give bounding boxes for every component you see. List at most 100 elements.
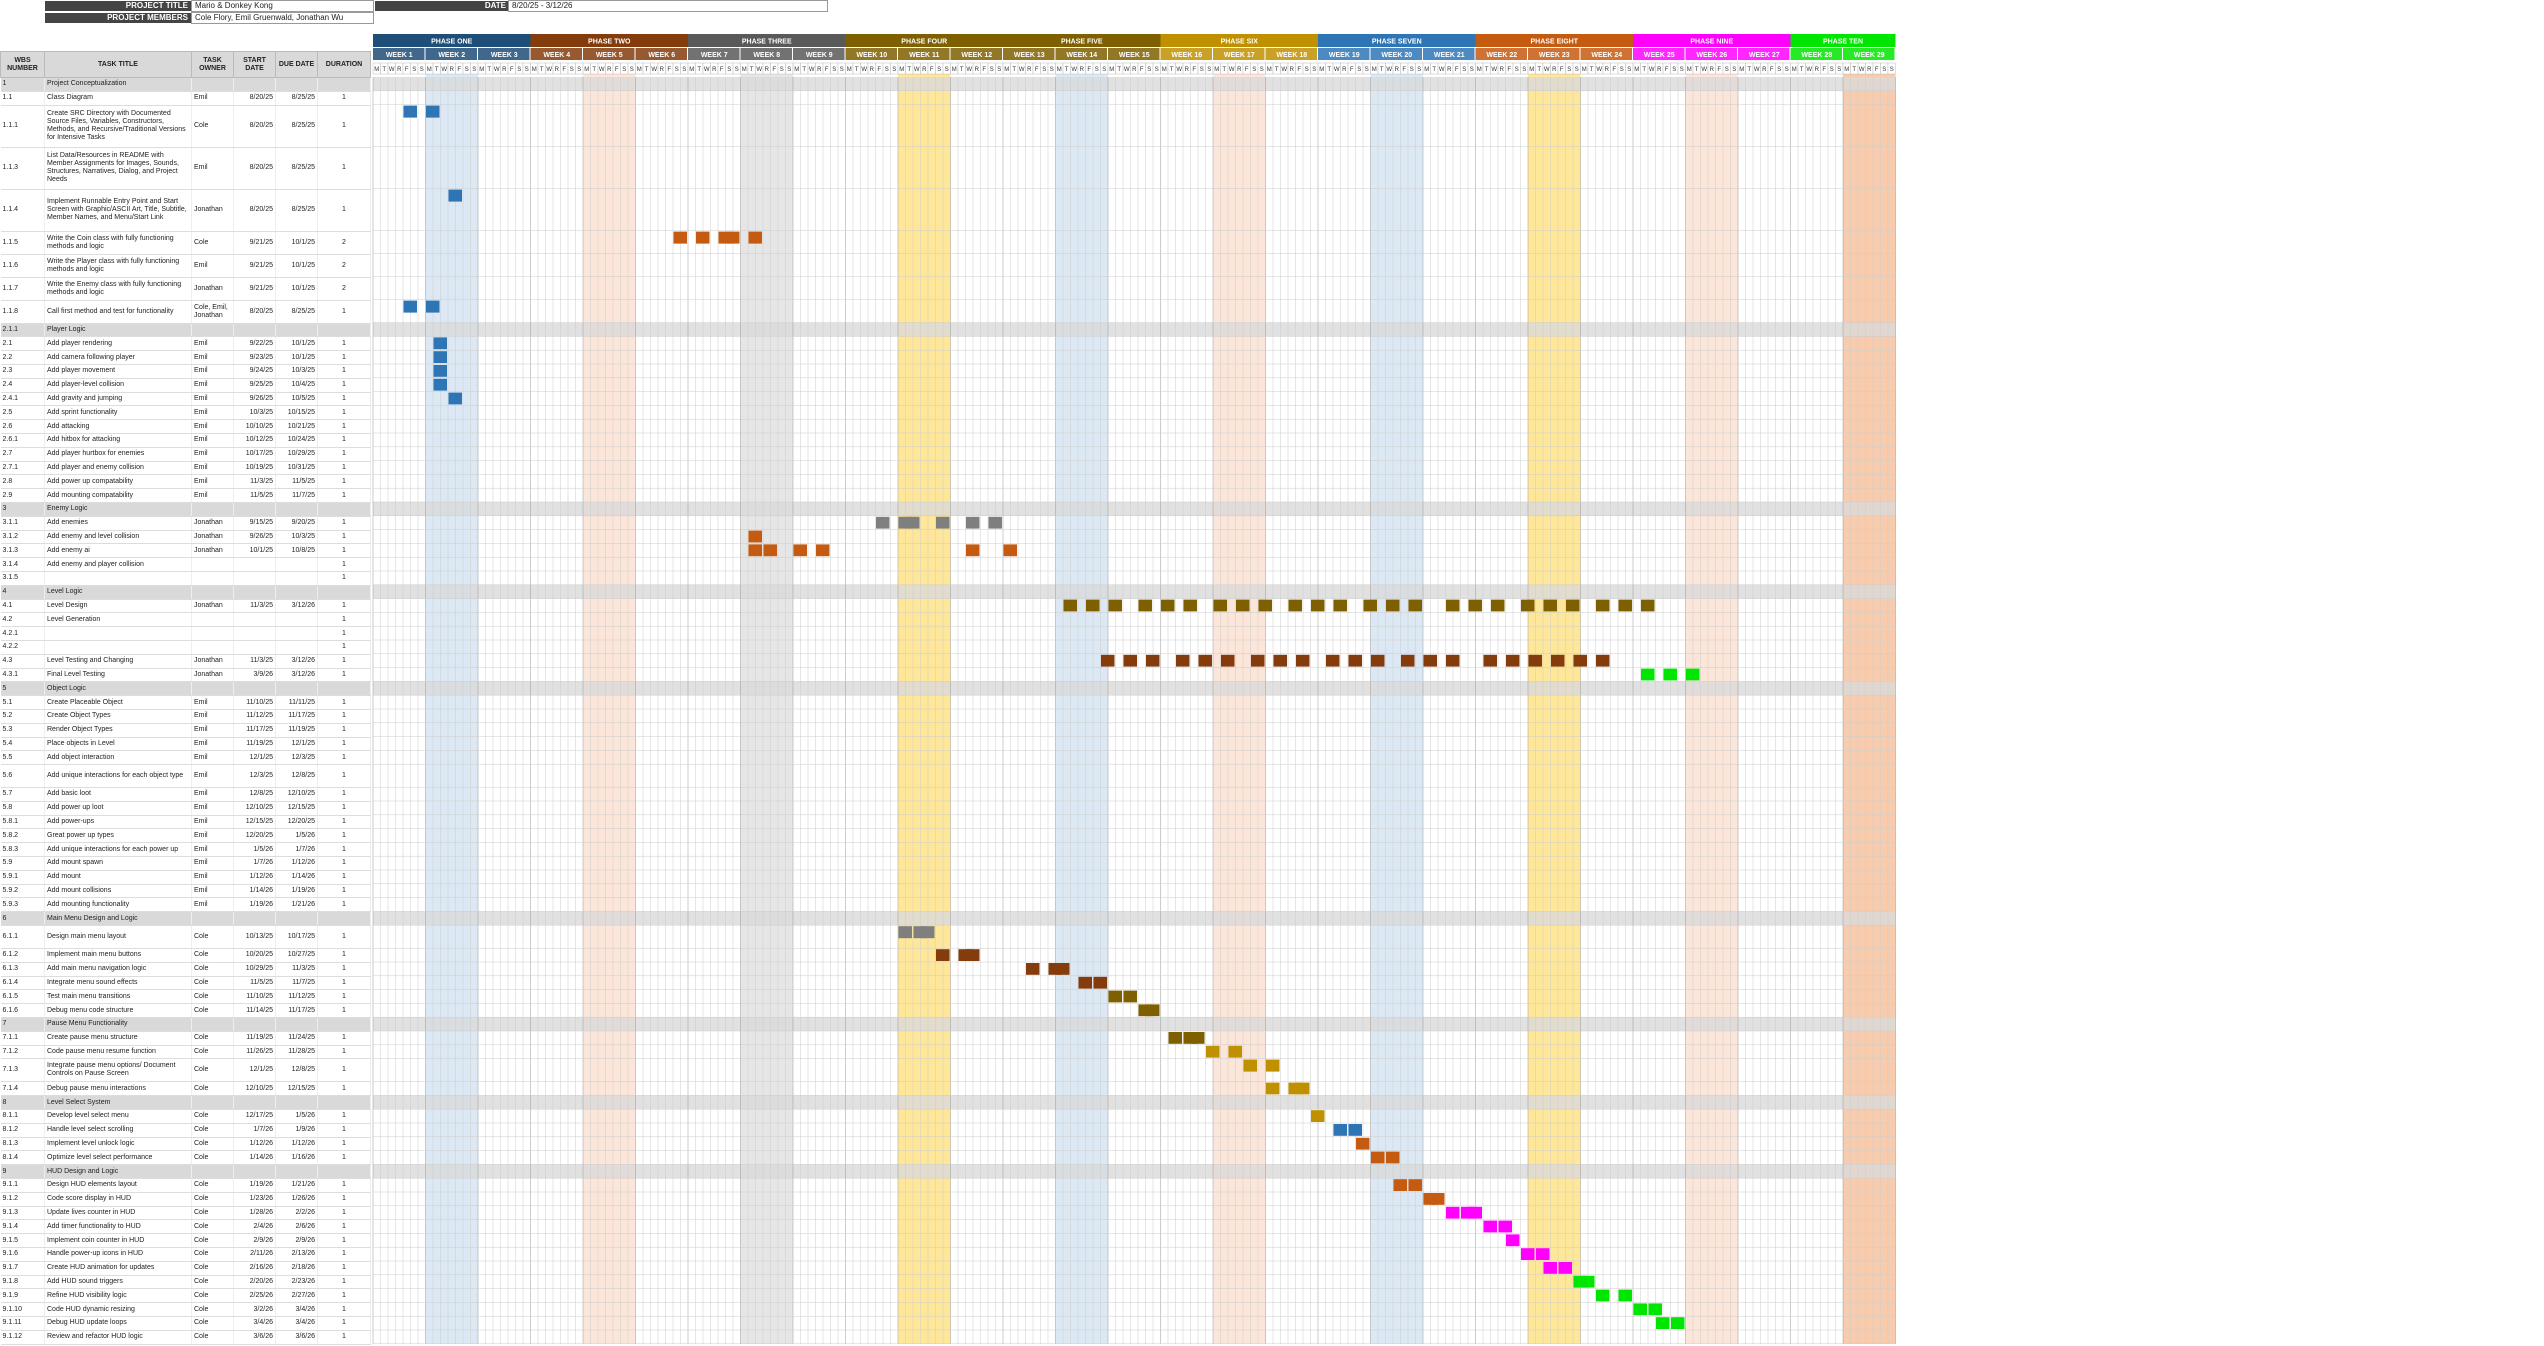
task-title-cell[interactable]: Add mounting compatability — [44, 488, 192, 503]
wbs-cell[interactable]: 5.8 — [0, 801, 45, 816]
due-date-cell[interactable]: 10/1/25 — [275, 254, 318, 278]
due-date-cell[interactable]: 8/25/25 — [275, 91, 318, 106]
start-date-cell[interactable]: 1/28/26 — [233, 1206, 276, 1221]
task-owner-cell[interactable] — [191, 612, 234, 628]
task-title-cell[interactable]: Level Generation — [44, 612, 192, 628]
task-title-cell[interactable]: List Data/Resources in README with Membe… — [44, 147, 192, 190]
task-owner-cell[interactable]: Cole — [191, 1316, 234, 1331]
due-date-cell[interactable]: 2/18/26 — [275, 1261, 318, 1276]
task-owner-cell[interactable] — [191, 1164, 234, 1180]
due-date-cell[interactable]: 8/25/25 — [275, 189, 318, 232]
task-row[interactable]: 9.1.12 Review and refactor HUD logic Cole 3… — [0, 1330, 371, 1345]
wbs-cell[interactable]: 1.1.8 — [0, 300, 45, 324]
wbs-cell[interactable]: 2.2 — [0, 350, 45, 365]
duration-cell[interactable]: 1 — [317, 828, 371, 844]
duration-cell[interactable]: 1 — [317, 1219, 371, 1235]
task-owner-cell[interactable]: Cole — [191, 1219, 234, 1235]
task-row[interactable]: 8.1.2 Handle level select scrolling Cole 1/… — [0, 1123, 371, 1138]
wbs-cell[interactable]: 2.5 — [0, 405, 45, 421]
task-owner-cell[interactable]: Emil — [191, 764, 234, 789]
task-owner-cell[interactable]: Emil — [191, 419, 234, 434]
task-title-cell[interactable]: Level Design — [44, 599, 192, 614]
task-title-cell[interactable]: Develop level select menu — [44, 1109, 192, 1124]
due-date-cell[interactable] — [275, 911, 318, 927]
wbs-cell[interactable]: 7 — [0, 1017, 45, 1032]
start-date-cell[interactable]: 2/20/26 — [233, 1275, 276, 1290]
task-owner-cell[interactable]: Emil — [191, 433, 234, 448]
task-title-cell[interactable]: Optimize level select performance — [44, 1150, 192, 1166]
task-owner-cell[interactable]: Cole — [191, 1233, 234, 1248]
task-row[interactable]: 1.1.8 Call first method and test for func… — [0, 300, 371, 324]
task-owner-cell[interactable]: Emil — [191, 488, 234, 503]
duration-cell[interactable]: 1 — [317, 870, 371, 885]
due-date-cell[interactable]: 2/23/26 — [275, 1275, 318, 1290]
duration-cell[interactable]: 1 — [317, 1003, 371, 1019]
wbs-cell[interactable]: 9.1.10 — [0, 1302, 45, 1317]
duration-cell[interactable]: 1 — [317, 350, 371, 365]
task-title-cell[interactable]: Create pause menu structure — [44, 1031, 192, 1046]
task-owner-cell[interactable]: Cole — [191, 1031, 234, 1046]
section-row[interactable]: 3 Enemy Logic — [0, 502, 371, 517]
start-date-cell[interactable]: 9/21/25 — [233, 277, 276, 301]
start-date-cell[interactable]: 11/3/25 — [233, 599, 276, 614]
task-title-cell[interactable]: Add player-level collision — [44, 378, 192, 393]
due-date-cell[interactable]: 1/5/26 — [275, 1109, 318, 1124]
start-date-cell[interactable]: 10/17/25 — [233, 447, 276, 462]
duration-cell[interactable]: 1 — [317, 1081, 371, 1097]
start-date-cell[interactable]: 10/19/25 — [233, 461, 276, 476]
wbs-cell[interactable]: 7.1.4 — [0, 1081, 45, 1097]
due-date-cell[interactable] — [275, 681, 318, 697]
due-date-cell[interactable]: 10/1/25 — [275, 350, 318, 365]
task-row[interactable]: 2.7 Add player hurtbox for enemies Emil 10/… — [0, 447, 371, 462]
due-date-cell[interactable] — [275, 585, 318, 600]
wbs-cell[interactable]: 6 — [0, 911, 45, 927]
duration-cell[interactable]: 1 — [317, 750, 371, 766]
due-date-cell[interactable]: 1/14/26 — [275, 870, 318, 885]
section-row[interactable]: 1 Project Conceptualization — [0, 77, 371, 92]
duration-cell[interactable] — [317, 681, 371, 697]
due-date-cell[interactable]: 10/17/25 — [275, 925, 318, 950]
start-date-cell[interactable] — [233, 502, 276, 517]
task-title-cell[interactable]: Call first method and test for functiona… — [44, 300, 192, 324]
due-date-cell[interactable]: 12/8/25 — [275, 1058, 318, 1083]
start-date-cell[interactable]: 8/20/25 — [233, 189, 276, 232]
wbs-cell[interactable]: 5.4 — [0, 737, 45, 752]
start-date-cell[interactable]: 1/19/26 — [233, 1178, 276, 1193]
task-row[interactable]: 2.8 Add power up compatability Emil 11/3/25… — [0, 474, 371, 490]
task-title-cell[interactable]: Level Select System — [44, 1095, 192, 1111]
start-date-cell[interactable]: 9/25/25 — [233, 378, 276, 393]
task-owner-cell[interactable]: Cole — [191, 948, 234, 963]
due-date-cell[interactable]: 11/3/25 — [275, 962, 318, 977]
wbs-cell[interactable]: 9.1.4 — [0, 1219, 45, 1235]
start-date-cell[interactable]: 3/4/26 — [233, 1316, 276, 1331]
due-date-cell[interactable]: 1/26/26 — [275, 1192, 318, 1207]
task-owner-cell[interactable]: Cole — [191, 976, 234, 991]
task-owner-cell[interactable] — [191, 585, 234, 600]
wbs-cell[interactable]: 3 — [0, 502, 45, 517]
wbs-cell[interactable]: 5.5 — [0, 750, 45, 766]
section-row[interactable]: 9 HUD Design and Logic — [0, 1164, 371, 1180]
duration-cell[interactable]: 1 — [317, 1288, 371, 1304]
task-row[interactable]: 9.1.4 Add timer functionality to HUD Cole 2… — [0, 1219, 371, 1235]
task-title-cell[interactable]: Add unique interactions for each power u… — [44, 842, 192, 858]
task-title-cell[interactable]: Player Logic — [44, 323, 192, 338]
wbs-cell[interactable]: 8.1.2 — [0, 1123, 45, 1138]
duration-cell[interactable]: 1 — [317, 1247, 371, 1262]
duration-cell[interactable]: 1 — [317, 1150, 371, 1166]
task-title-cell[interactable]: Add player rendering — [44, 336, 192, 352]
start-date-cell[interactable]: 1/23/26 — [233, 1192, 276, 1207]
wbs-cell[interactable]: 5.9.2 — [0, 884, 45, 899]
start-date-cell[interactable]: 12/8/25 — [233, 787, 276, 802]
wbs-cell[interactable]: 1.1.3 — [0, 147, 45, 190]
task-row[interactable]: 2.7.1 Add player and enemy collision Emil 1… — [0, 461, 371, 476]
duration-cell[interactable] — [317, 1095, 371, 1111]
duration-cell[interactable]: 1 — [317, 105, 371, 148]
task-row[interactable]: 6.1.4 Integrate menu sound effects Cole 11/… — [0, 976, 371, 991]
task-owner-cell[interactable]: Emil — [191, 737, 234, 752]
start-date-cell[interactable]: 3/2/26 — [233, 1302, 276, 1317]
task-owner-cell[interactable] — [191, 681, 234, 697]
duration-cell[interactable]: 1 — [317, 640, 371, 655]
task-title-cell[interactable]: Integrate menu sound effects — [44, 976, 192, 991]
section-row[interactable]: 8 Level Select System — [0, 1095, 371, 1111]
wbs-cell[interactable]: 3.1.2 — [0, 530, 45, 545]
